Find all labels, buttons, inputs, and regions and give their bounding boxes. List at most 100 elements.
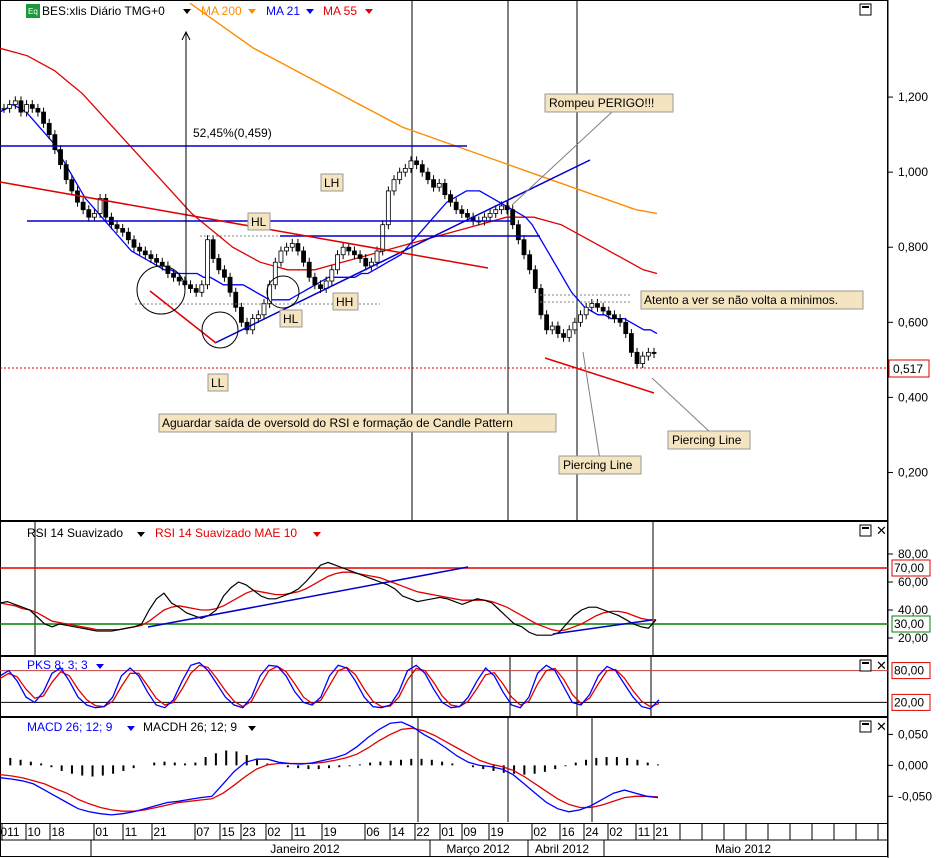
x-month-label: Maio 2012: [715, 842, 771, 856]
candle: [578, 314, 583, 323]
close-icon[interactable]: ✕: [876, 719, 887, 734]
candle: [402, 167, 408, 173]
macdh-legend-item[interactable]: MACDH 26; 12; 9: [143, 720, 237, 734]
candle: [498, 205, 504, 211]
candle: [493, 209, 499, 214]
candle: [46, 122, 52, 136]
candle: [86, 209, 92, 218]
candle: [408, 160, 414, 169]
last-price-label: 0,517: [893, 362, 923, 376]
ma200-legend[interactable]: MA 200: [201, 4, 242, 18]
candle: [120, 228, 126, 233]
candle: [572, 321, 578, 331]
candle: [142, 250, 148, 256]
x-day-label: 14: [391, 825, 405, 839]
candle: [210, 239, 216, 259]
candle: [171, 273, 176, 278]
aguardar-note: Aguardar saída de oversold do RSI e form…: [162, 416, 513, 430]
candle: [566, 329, 572, 338]
candle: [58, 149, 63, 166]
rsi-legend-item[interactable]: RSI 14 Suavizado: [27, 526, 123, 540]
candle: [357, 254, 363, 259]
candle: [154, 258, 160, 263]
x-month-label: Março 2012: [446, 842, 510, 856]
candle: [97, 198, 103, 214]
rsi-mae-legend-item[interactable]: RSI 14 Suavizado MAE 10: [155, 526, 297, 540]
ma55-legend[interactable]: MA 55: [323, 4, 357, 18]
candle: [18, 100, 24, 113]
macd-panel: [0, 717, 888, 824]
candle: [1, 107, 7, 110]
maximize-button[interactable]: [859, 720, 872, 733]
candle: [340, 246, 346, 256]
macd-legend-item[interactable]: MACD 26; 12; 9: [27, 720, 113, 734]
x-day-label: 11: [638, 825, 651, 839]
x-day-label: 19: [323, 825, 337, 839]
candle: [628, 333, 634, 353]
candle: [634, 351, 640, 365]
x-day-label: 15: [221, 825, 235, 839]
candle: [380, 224, 386, 252]
candle: [12, 100, 18, 105]
y-tick-label: 0,200: [898, 465, 928, 479]
candle: [29, 104, 35, 109]
x-day-label: 22: [416, 825, 430, 839]
series-title[interactable]: BES:xlis Diário TMG+0: [42, 4, 165, 18]
candle: [312, 276, 318, 286]
measure-label: 52,45%(0,459): [193, 126, 272, 140]
x-day-label: 11: [294, 825, 307, 839]
x-day-label: 19: [490, 825, 504, 839]
candle: [374, 250, 380, 263]
candle: [617, 318, 623, 323]
x-day-label: 02: [533, 825, 547, 839]
candle: [233, 291, 239, 308]
candle: [549, 325, 555, 331]
candle: [205, 239, 210, 286]
candle: [188, 284, 193, 289]
candle: [80, 201, 86, 211]
candle: [391, 179, 397, 192]
close-icon[interactable]: ✕: [876, 523, 887, 538]
stock-chart: 1,200 1,000 0,800 0,600 0,400 0,200 80,00 60,0…: [0, 0, 932, 858]
candle: [442, 183, 448, 196]
x-day-label: 23: [242, 825, 256, 839]
candle: [255, 314, 261, 319]
candle: [459, 209, 465, 214]
candle: [363, 258, 369, 267]
candle: [52, 134, 58, 151]
hh-label: HH: [336, 295, 353, 309]
maximize-button[interactable]: [859, 524, 872, 537]
candle: [238, 306, 244, 323]
candle: [606, 310, 612, 316]
y-tick-label: 0,050: [898, 727, 928, 741]
x-day-label: 01: [441, 825, 455, 839]
candle: [301, 250, 306, 263]
y-tick-label: 1,200: [898, 90, 928, 104]
candle: [131, 239, 137, 248]
candle: [7, 104, 13, 109]
close-icon[interactable]: ✕: [876, 658, 887, 673]
candle: [583, 306, 589, 316]
candle: [561, 333, 566, 338]
maximize-button[interactable]: [859, 659, 872, 672]
candle: [510, 209, 516, 226]
hl-label: HL: [251, 215, 267, 229]
maximize-button[interactable]: [859, 3, 872, 16]
candle: [63, 164, 69, 181]
y-tick-label: 0,400: [898, 390, 928, 404]
candle: [216, 258, 222, 271]
ma21-legend[interactable]: MA 21: [266, 4, 300, 18]
y-tick-label: -0,050: [898, 789, 932, 803]
x-day-label: 09: [463, 825, 477, 839]
candle: [521, 239, 527, 256]
candle: [261, 303, 267, 316]
candle: [289, 243, 295, 248]
x-day-label: 10: [27, 825, 41, 839]
pks-legend-item[interactable]: PKS 8; 3; 3: [27, 658, 88, 672]
piercing-line-note: Piercing Line: [563, 458, 633, 472]
candle: [148, 254, 154, 259]
candle: [419, 164, 425, 173]
candle: [436, 183, 442, 188]
candle: [651, 351, 657, 354]
candle: [623, 321, 629, 334]
